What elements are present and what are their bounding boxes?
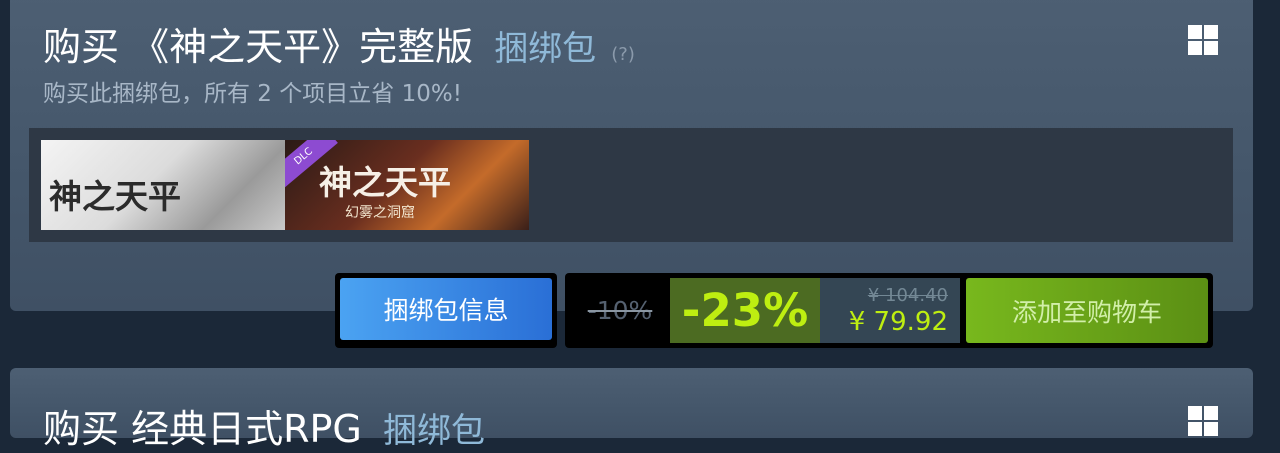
dlc-capsule-subtitle: 幻雾之洞窟: [345, 205, 415, 221]
discount-percent: -23%: [670, 278, 820, 343]
purchase-area: 捆绑包信息 -10% -23% ¥ 104.40 ¥ 79.92 添加至购物车: [335, 273, 1213, 348]
bundle-tag-2: 捆绑包: [382, 411, 485, 451]
price-action-wrap: -10% -23% ¥ 104.40 ¥ 79.92 添加至购物车: [565, 273, 1213, 348]
bundle-title-row: 购买 《神之天平》完整版 捆绑包 (?): [43, 16, 635, 71]
bundle-tag: 捆绑包: [494, 29, 597, 69]
price-values: ¥ 104.40 ¥ 79.92: [820, 278, 960, 343]
add-to-cart-button[interactable]: 添加至购物车: [966, 278, 1208, 343]
game-capsule-logo: 神之天平: [49, 177, 181, 216]
bundle-panel: 购买 《神之天平》完整版 捆绑包 (?) 购买此捆绑包，所有 2 个项目立省 1…: [10, 0, 1253, 311]
bundle-items-strip: 神之天平 DLC 神之天平 幻雾之洞窟: [29, 128, 1233, 242]
bundle-info-button[interactable]: 捆绑包信息: [340, 278, 552, 340]
bundle-discount: -10%: [587, 296, 653, 325]
bundle-title-row-2: 购买 经典日式RPG 捆绑包: [43, 398, 485, 453]
final-price: ¥ 79.92: [848, 306, 948, 337]
windows-icon: [1188, 25, 1218, 55]
original-price: ¥ 104.40: [867, 284, 948, 306]
bundle-title: 购买 《神之天平》完整版: [43, 25, 474, 69]
bundle-title-2: 购买 经典日式RPG: [43, 407, 362, 451]
bundle-help-link[interactable]: (?): [611, 44, 635, 65]
bundle-panel-2: 购买 经典日式RPG 捆绑包: [10, 368, 1253, 451]
info-button-wrap: 捆绑包信息: [335, 273, 557, 348]
dlc-capsule[interactable]: DLC 神之天平 幻雾之洞窟: [285, 140, 529, 230]
dlc-capsule-logo: 神之天平: [319, 163, 451, 202]
windows-icon: [1188, 406, 1218, 436]
game-capsule[interactable]: 神之天平: [41, 140, 285, 230]
price-block: -10% -23% ¥ 104.40 ¥ 79.92: [570, 278, 960, 343]
bundle-subtitle: 购买此捆绑包，所有 2 个项目立省 10%!: [43, 81, 462, 107]
